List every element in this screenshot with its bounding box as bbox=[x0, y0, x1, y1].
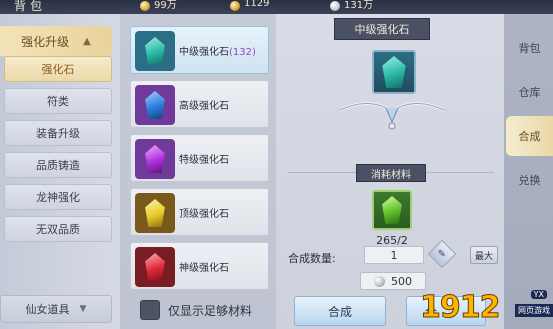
filter-label: 仅显示足够材料 bbox=[168, 303, 253, 318]
menu-item-strengthen-stone[interactable]: 强化石 bbox=[4, 56, 112, 82]
gold-coin-icon bbox=[140, 1, 150, 11]
materials-title: 消耗材料 bbox=[356, 164, 426, 182]
ornament-frame-icon bbox=[339, 102, 445, 130]
tab-exchange[interactable]: 兑换 bbox=[506, 160, 553, 200]
synthesize-button[interactable]: 合成 bbox=[294, 296, 386, 326]
chevron-up-icon: ▲ bbox=[83, 35, 91, 47]
item-count: (132) bbox=[229, 47, 256, 58]
logo-subtitle: 网页游戏 bbox=[515, 304, 553, 317]
currency-ingot: 1129 bbox=[230, 0, 269, 12]
menu-item-talisman[interactable]: 符类 bbox=[4, 88, 112, 114]
pencil-icon: ✎ bbox=[437, 248, 447, 260]
filter-checkbox[interactable] bbox=[140, 300, 160, 320]
logo-badge: YX bbox=[530, 290, 547, 299]
category-fairy-items[interactable]: 仙女道具 ▼ bbox=[0, 295, 112, 323]
currency-value: 99万 bbox=[154, 0, 177, 11]
material-crystal-icon[interactable] bbox=[372, 190, 412, 230]
currency-gold: 99万 bbox=[140, 0, 177, 12]
item-name: 高级强化石 bbox=[179, 101, 229, 112]
crystal-icon bbox=[135, 247, 175, 287]
edit-quantity-button[interactable]: ✎ bbox=[427, 239, 457, 269]
tab-synthesize[interactable]: 合成 bbox=[506, 116, 553, 156]
crystal-icon bbox=[372, 50, 416, 94]
tab-bag[interactable]: 背包 bbox=[506, 28, 553, 68]
silver-coin-icon bbox=[330, 1, 340, 11]
crystal-icon bbox=[135, 139, 175, 179]
window-title: 背包 bbox=[14, 0, 47, 13]
right-tab-bar: 背包 仓库 合成 兑换 bbox=[504, 14, 553, 329]
top-bar: 背包 99万 1129 131万 bbox=[0, 0, 553, 14]
chevron-down-icon: ▼ bbox=[79, 304, 87, 314]
cost-value: 500 bbox=[391, 274, 412, 288]
menu-item-dragon-strengthen[interactable]: 龙神强化 bbox=[4, 184, 112, 210]
list-item[interactable]: 高级强化石 bbox=[130, 80, 269, 128]
detail-title: 中级强化石 bbox=[334, 18, 430, 40]
category-menu: 强化升级 ▲ 强化石 符类 装备升级 品质铸造 龙神强化 无双品质 仙女道具 ▼ bbox=[0, 14, 120, 329]
silver-coin-icon bbox=[374, 275, 385, 287]
tab-warehouse[interactable]: 仓库 bbox=[506, 72, 553, 112]
menu-item-quality-forge[interactable]: 品质铸造 bbox=[4, 152, 112, 178]
item-name: 中级强化石 bbox=[179, 47, 229, 58]
currency-value: 131万 bbox=[344, 0, 374, 11]
max-button[interactable]: 最大 bbox=[470, 246, 498, 264]
item-list: 中级强化石(132) 高级强化石 特级强化石 顶级强化石 神级强化石 仅显示足够… bbox=[120, 14, 276, 329]
list-item[interactable]: 神级强化石 bbox=[130, 242, 269, 290]
item-name: 神级强化石 bbox=[179, 263, 229, 274]
list-item[interactable]: 中级强化石(132) bbox=[130, 26, 269, 74]
logo-digits: 1912 bbox=[420, 290, 501, 326]
item-name: 顶级强化石 bbox=[179, 209, 229, 220]
currency-value: 1129 bbox=[244, 0, 270, 9]
currency-silver: 131万 bbox=[330, 0, 373, 12]
quantity-input[interactable]: 1 bbox=[364, 246, 424, 264]
category-header-strengthen[interactable]: 强化升级 ▲ bbox=[0, 26, 112, 56]
crystal-icon bbox=[135, 85, 175, 125]
quantity-label: 合成数量: bbox=[288, 252, 336, 265]
menu-item-peerless-quality[interactable]: 无双品质 bbox=[4, 216, 112, 242]
cost-display: 500 bbox=[360, 272, 426, 290]
list-item[interactable]: 特级强化石 bbox=[130, 134, 269, 182]
filter-enough-materials[interactable]: 仅显示足够材料 bbox=[140, 300, 252, 320]
crystal-icon bbox=[135, 193, 175, 233]
menu-item-equip-upgrade[interactable]: 装备升级 bbox=[4, 120, 112, 146]
category-header-label: 强化升级 bbox=[21, 34, 70, 49]
list-item[interactable]: 顶级强化石 bbox=[130, 188, 269, 236]
synthesis-detail-panel: 中级强化石 消耗材料 265/2 合成数量: 1 ✎ 最大 500 合成 全 bbox=[276, 14, 504, 329]
crystal-icon bbox=[135, 31, 175, 71]
gold-coin-icon bbox=[230, 1, 240, 11]
watermark-logo: 1912 YX 网页游戏 bbox=[420, 286, 553, 329]
category-label: 仙女道具 bbox=[25, 303, 70, 316]
item-name: 特级强化石 bbox=[179, 155, 229, 166]
